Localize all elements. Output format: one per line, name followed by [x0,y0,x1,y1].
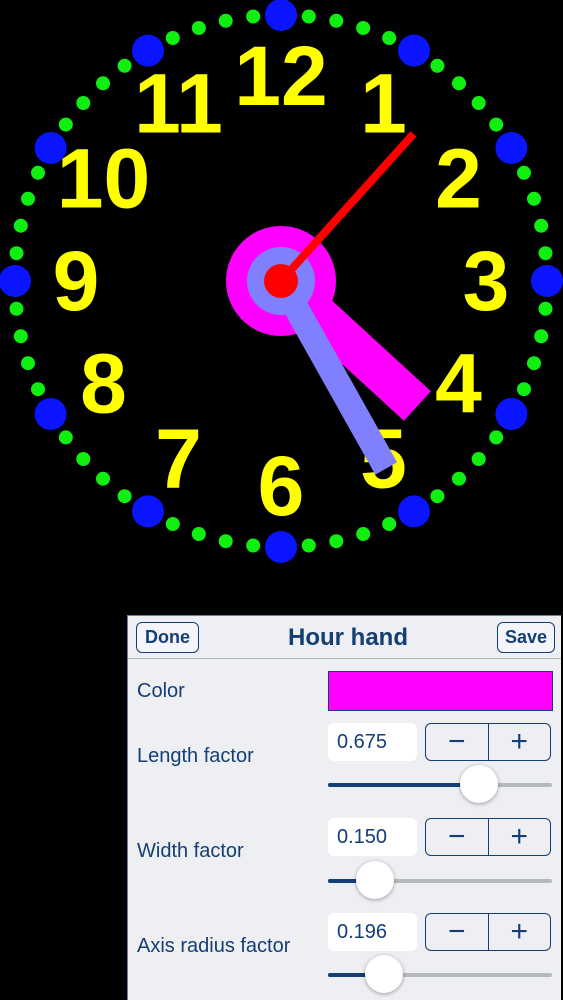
clock-numeral: 1 [360,57,407,151]
minute-marker-dot [96,76,110,91]
minute-marker-dot [329,534,344,549]
minute-marker-dot [76,96,91,110]
hour-marker-dot [495,398,528,430]
axis-radius-factor-slider-thumb[interactable] [365,955,403,993]
minute-marker-dot [527,356,541,371]
minute-marker-dot [31,382,45,397]
clock-numeral: 9 [53,234,100,328]
minute-marker-dot [471,452,486,466]
minute-marker-dot [21,356,35,371]
hour-hand-settings-panel: Done Hour hand Save Color Length factor … [127,615,561,1000]
hour-marker-dot [495,132,528,164]
clock-numeral: 7 [155,412,202,506]
clock-numeral: 2 [435,132,482,226]
minute-marker-dot [165,31,180,45]
width-factor-slider-thumb[interactable] [356,861,395,899]
color-swatch[interactable] [328,671,553,711]
minute-marker-dot [117,489,132,504]
minute-marker-dot [96,471,110,486]
width-factor-stepper: − + [425,818,551,856]
minute-marker-dot [21,191,35,206]
clock-numeral: 3 [463,234,510,328]
minute-marker-dot [218,534,233,549]
axis-radius-factor-stepper: − + [425,913,551,951]
clock-numeral: 4 [435,337,482,431]
hour-marker-dot [265,0,297,31]
minute-marker-dot [430,489,445,504]
axis-radius-factor-label: Axis radius factor [137,935,291,957]
minute-marker-dot [31,165,45,180]
minute-marker-dot [9,301,24,316]
minute-marker-dot [165,517,180,531]
minute-marker-dot [517,382,531,397]
minute-marker-dot [218,13,233,28]
minute-marker-dot [191,527,206,541]
minute-marker-dot [76,452,91,466]
done-button[interactable]: Done [136,622,199,653]
minute-marker-dot [329,13,344,28]
hour-marker-dot [34,398,67,430]
clock-numeral: 6 [258,439,305,533]
minute-marker-dot [471,96,486,110]
minute-marker-dot [13,218,28,233]
length-factor-slider-fill [328,783,480,787]
hour-marker-dot [265,531,297,563]
clock-numeral: 8 [80,337,127,431]
minute-marker-dot [356,21,371,35]
minute-marker-dot [301,538,316,553]
hour-marker-dot [0,265,31,297]
minute-marker-dot [191,21,206,35]
minute-marker-dot [527,191,541,206]
length-factor-decrement-button[interactable]: − [426,724,488,760]
minute-marker-dot [517,165,531,180]
panel-header: Done Hour hand Save [128,616,561,659]
length-factor-slider[interactable] [328,765,552,803]
minute-marker-dot [382,517,397,531]
minute-marker-dot [58,117,73,132]
minute-marker-dot [489,430,504,445]
axis-radius-factor-slider[interactable] [328,955,552,993]
width-factor-increment-button[interactable]: + [487,819,551,855]
length-factor-increment-button[interactable]: + [487,724,551,760]
minute-marker-dot [534,218,549,233]
hour-marker-dot [531,265,563,297]
minute-marker-dot [246,538,261,553]
minute-marker-dot [117,58,132,73]
analog-clock-face: 121234567891011 [0,0,563,563]
minute-marker-dot [489,117,504,132]
length-factor-slider-thumb[interactable] [460,765,499,803]
color-label: Color [137,680,185,702]
length-factor-stepper: − + [425,723,551,761]
minute-marker-dot [58,430,73,445]
minute-marker-dot [538,246,553,261]
clock-numeral: 11 [134,57,223,151]
center-cap [264,264,298,298]
axis-radius-factor-increment-button[interactable]: + [487,914,551,950]
length-factor-label: Length factor [137,745,254,767]
width-factor-value: 0.150 [328,818,417,856]
minute-marker-dot [430,58,445,73]
minute-marker-dot [452,471,466,486]
minute-marker-dot [301,9,316,24]
width-factor-decrement-button[interactable]: − [426,819,488,855]
axis-radius-factor-decrement-button[interactable]: − [426,914,488,950]
minute-marker-dot [246,9,261,24]
width-factor-slider[interactable] [328,861,552,899]
minute-marker-dot [382,31,397,45]
second-hand [278,131,417,284]
minute-marker-dot [452,76,466,91]
minute-marker-dot [9,246,24,261]
save-button[interactable]: Save [497,622,555,653]
clock-numeral: 12 [234,29,327,123]
minute-marker-dot [356,527,371,541]
length-factor-value: 0.675 [328,723,417,761]
panel-title: Hour hand [288,624,408,651]
axis-radius-factor-value: 0.196 [328,913,417,951]
minute-marker-dot [13,329,28,344]
minute-marker-dot [538,301,553,316]
minute-marker-dot [534,329,549,344]
width-factor-label: Width factor [137,840,244,862]
